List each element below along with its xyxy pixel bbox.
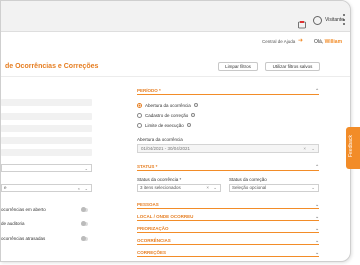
left-input-1[interactable]: [1, 99, 92, 106]
toggle-switch[interactable]: [81, 207, 88, 212]
section-title: OCORRÊNCIAS: [137, 238, 171, 243]
radio-icon: [137, 122, 142, 128]
chevron-down-icon: ⌄: [315, 250, 319, 255]
radio-label: Limite de execução: [145, 122, 184, 128]
toggle-row-open: ocorrências em aberto: [1, 207, 46, 212]
profile-avatar-icon: [313, 15, 322, 25]
section-corrections-header[interactable]: CORREÇÕES ⌄: [137, 250, 319, 257]
chevron-up-icon: ⌃: [315, 88, 319, 93]
chevron-down-icon: ⌄: [84, 166, 88, 171]
section-title: CORREÇÕES: [137, 250, 167, 255]
section-title: STATUS *: [137, 164, 158, 169]
browser-toolbar: Visitante: [1, 1, 350, 32]
occurrence-status-select[interactable]: 3 itens selecionados × ⌄: [137, 184, 221, 192]
toggle-label: ocorrências atrasadas: [1, 236, 46, 241]
chevron-down-icon: ⌄: [84, 186, 88, 191]
clear-icon[interactable]: ×: [206, 185, 209, 191]
section-priority-header[interactable]: PRIORIZAÇÃO ⌄: [137, 226, 319, 233]
extension-icon[interactable]: [298, 16, 306, 29]
help-center-link[interactable]: Central de Ajuda: [262, 39, 295, 44]
section-period-header[interactable]: PERÍODO * ⌃: [137, 88, 319, 95]
chevron-down-icon: ⌄: [315, 238, 319, 243]
clear-filters-button[interactable]: Limpar filtros: [218, 62, 258, 71]
left-select-value: e: [4, 185, 7, 190]
app-header: Central de Ajuda ➜ Olá, William: [1, 32, 350, 50]
info-icon[interactable]: [193, 103, 198, 107]
radio-option-correction[interactable]: Cadastro de correção: [137, 112, 196, 118]
radio-icon: [137, 102, 142, 108]
occurrence-status-label: Status da ocorrência *: [137, 177, 182, 182]
section-people-header[interactable]: PESSOAS ⌄: [137, 202, 319, 209]
info-icon[interactable]: [186, 123, 191, 127]
toggle-switch[interactable]: [81, 221, 88, 226]
clear-icon[interactable]: ×: [303, 145, 306, 152]
browser-profile-button[interactable]: Visitante: [313, 13, 344, 27]
section-title: PERÍODO *: [137, 88, 161, 93]
browser-menu-icon[interactable]: [343, 14, 346, 25]
chevron-down-icon: ⌄: [315, 226, 319, 231]
saved-filters-button[interactable]: Utilizar filtros salvos: [265, 62, 320, 71]
section-status-header[interactable]: STATUS * ⌃: [137, 164, 319, 171]
correction-status-select[interactable]: Seleção opcional ⌄: [229, 184, 319, 192]
left-input-4[interactable]: [1, 137, 92, 144]
radio-label: Abertura da ocorrência: [145, 102, 191, 108]
left-input-3[interactable]: [1, 125, 92, 132]
date-range-input[interactable]: 01/04/2021 - 30/04/2021 × ⌄: [137, 144, 319, 153]
radio-option-opening[interactable]: Abertura da ocorrência: [137, 102, 198, 108]
left-input-2[interactable]: [1, 113, 92, 120]
correction-status-label: Status da correção: [229, 177, 267, 182]
toggle-switch[interactable]: [81, 236, 88, 241]
feedback-label: Feedback: [348, 135, 354, 157]
toggle-row-audit: de auditoria: [1, 221, 25, 226]
feedback-tab[interactable]: Feedback: [346, 127, 360, 169]
chevron-down-icon: ⌄: [315, 202, 319, 207]
section-occurrences-header[interactable]: OCORRÊNCIAS ⌄: [137, 238, 319, 245]
chevron-down-icon: ⌄: [311, 185, 315, 190]
user-name: William: [324, 39, 343, 45]
section-title: PESSOAS: [137, 202, 159, 207]
toggle-row-late: ocorrências atrasadas: [1, 236, 45, 241]
toggle-label: de auditoria: [1, 221, 25, 226]
section-title: PRIORIZAÇÃO: [137, 226, 169, 231]
toggle-label: ocorrências em aberto: [1, 207, 46, 212]
chevron-up-icon: ⌃: [315, 164, 319, 169]
left-select-2[interactable]: e × ⌄: [1, 184, 92, 192]
left-select-1[interactable]: ⌄: [1, 164, 92, 172]
chevron-down-icon: ⌄: [315, 214, 319, 219]
radio-label: Cadastro de correção: [145, 112, 189, 118]
user-greeting[interactable]: Olá, William: [314, 39, 342, 45]
title-divider: [1, 76, 350, 77]
chevron-down-icon: ⌄: [311, 146, 315, 151]
section-title: LOCAL / ONDE OCORREU: [137, 214, 194, 219]
page-title: de Ocorrências e Correções: [5, 63, 99, 70]
correction-status-placeholder: Seleção opcional: [232, 185, 267, 190]
radio-option-deadline[interactable]: Limite de execução: [137, 122, 191, 128]
section-location-header[interactable]: LOCAL / ONDE OCORREU ⌄: [137, 214, 319, 221]
occurrence-status-value: 3 itens selecionados: [140, 185, 181, 190]
left-input-5[interactable]: [1, 149, 92, 156]
clear-icon[interactable]: ×: [78, 186, 80, 191]
greeting-text: Olá,: [314, 39, 324, 45]
chevron-down-icon: ⌄: [213, 185, 217, 190]
date-field-label: Abertura da ocorrência: [137, 137, 183, 142]
info-icon[interactable]: [191, 113, 196, 117]
radio-icon: [137, 112, 142, 118]
profile-label: Visitante: [325, 17, 345, 23]
logout-arrow-icon[interactable]: ➜: [298, 38, 305, 44]
browser-window: Visitante Central de Ajuda ➜ Olá, Willia…: [0, 0, 351, 262]
date-range-value: 01/04/2021 - 30/04/2021: [141, 146, 191, 151]
